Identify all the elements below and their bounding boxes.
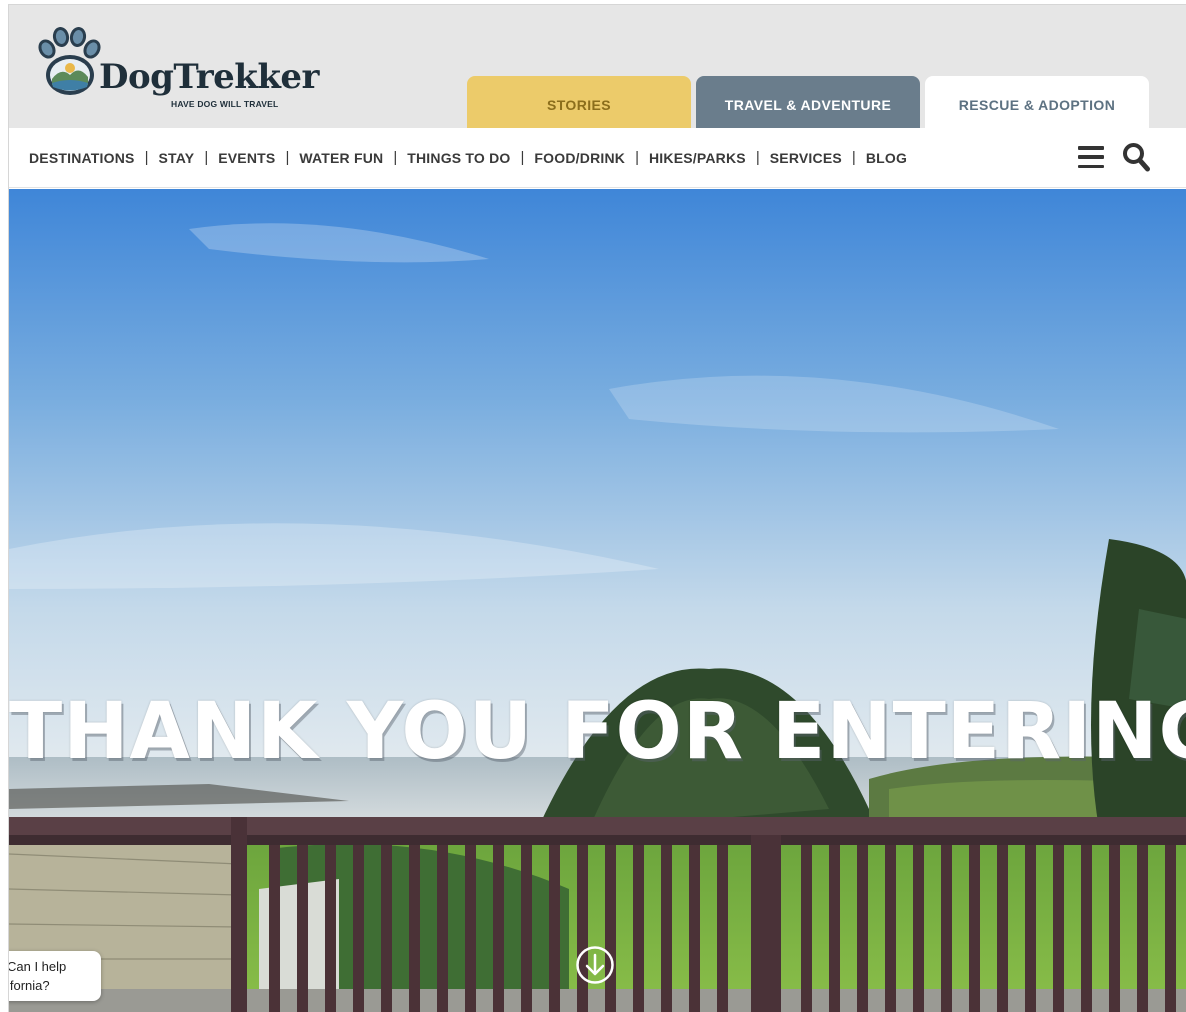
- site-logo[interactable]: DogTrekker HAVE DOG WILL TRAVEL: [35, 27, 335, 117]
- nav-separator: |: [285, 149, 290, 166]
- hero-banner: THANK YOU FOR ENTERING! Can I help iforn…: [9, 189, 1186, 1012]
- brand-tagline: HAVE DOG WILL TRAVEL: [171, 99, 279, 109]
- tab-rescue-adoption[interactable]: RESCUE & ADOPTION: [925, 76, 1149, 128]
- chat-line-2: ifornia?: [9, 978, 50, 993]
- main-nav: DESTINATIONS | STAY | EVENTS | WATER FUN…: [9, 128, 1186, 188]
- nav-separator: |: [520, 149, 525, 166]
- nav-item-destinations[interactable]: DESTINATIONS: [29, 150, 135, 166]
- nav-item-water-fun[interactable]: WATER FUN: [299, 150, 383, 166]
- chat-widget[interactable]: Can I help ifornia?: [9, 951, 101, 1001]
- brand-name: DogTrekker: [99, 57, 319, 97]
- hero-image: [9, 189, 1186, 1012]
- chat-line-1: Can I help: [9, 959, 67, 974]
- nav-separator: |: [755, 149, 760, 166]
- nav-item-hikes-parks[interactable]: HIKES/PARKS: [649, 150, 746, 166]
- nav-item-events[interactable]: EVENTS: [218, 150, 275, 166]
- nav-item-blog[interactable]: BLOG: [866, 150, 907, 166]
- tab-stories[interactable]: STORIES: [467, 76, 691, 128]
- nav-separator: |: [851, 149, 856, 166]
- nav-item-food-drink[interactable]: FOOD/DRINK: [534, 150, 625, 166]
- nav-item-stay[interactable]: STAY: [159, 150, 195, 166]
- nav-separator: |: [635, 149, 639, 166]
- nav-separator: |: [204, 149, 209, 166]
- hamburger-menu-icon[interactable]: [1078, 146, 1104, 168]
- tab-travel-adventure[interactable]: TRAVEL & ADVENTURE: [696, 76, 920, 128]
- nav-icons: [1078, 142, 1150, 172]
- paw-print-logo-icon: [38, 27, 101, 95]
- section-tabs: STORIES TRAVEL & ADVENTURE RESCUE & ADOP…: [467, 76, 1149, 128]
- browser-viewport: DogTrekker HAVE DOG WILL TRAVEL STORIES …: [8, 4, 1186, 1012]
- arrow-down-circle-icon[interactable]: [575, 945, 615, 985]
- search-icon[interactable]: [1122, 142, 1150, 172]
- nav-item-things-to-do[interactable]: THINGS TO DO: [407, 150, 510, 166]
- hero-title: THANK YOU FOR ENTERING!: [9, 687, 1186, 777]
- site-header: DogTrekker HAVE DOG WILL TRAVEL STORIES …: [9, 5, 1186, 128]
- nav-separator: |: [144, 149, 149, 166]
- nav-item-services[interactable]: SERVICES: [770, 150, 842, 166]
- nav-separator: |: [393, 149, 398, 166]
